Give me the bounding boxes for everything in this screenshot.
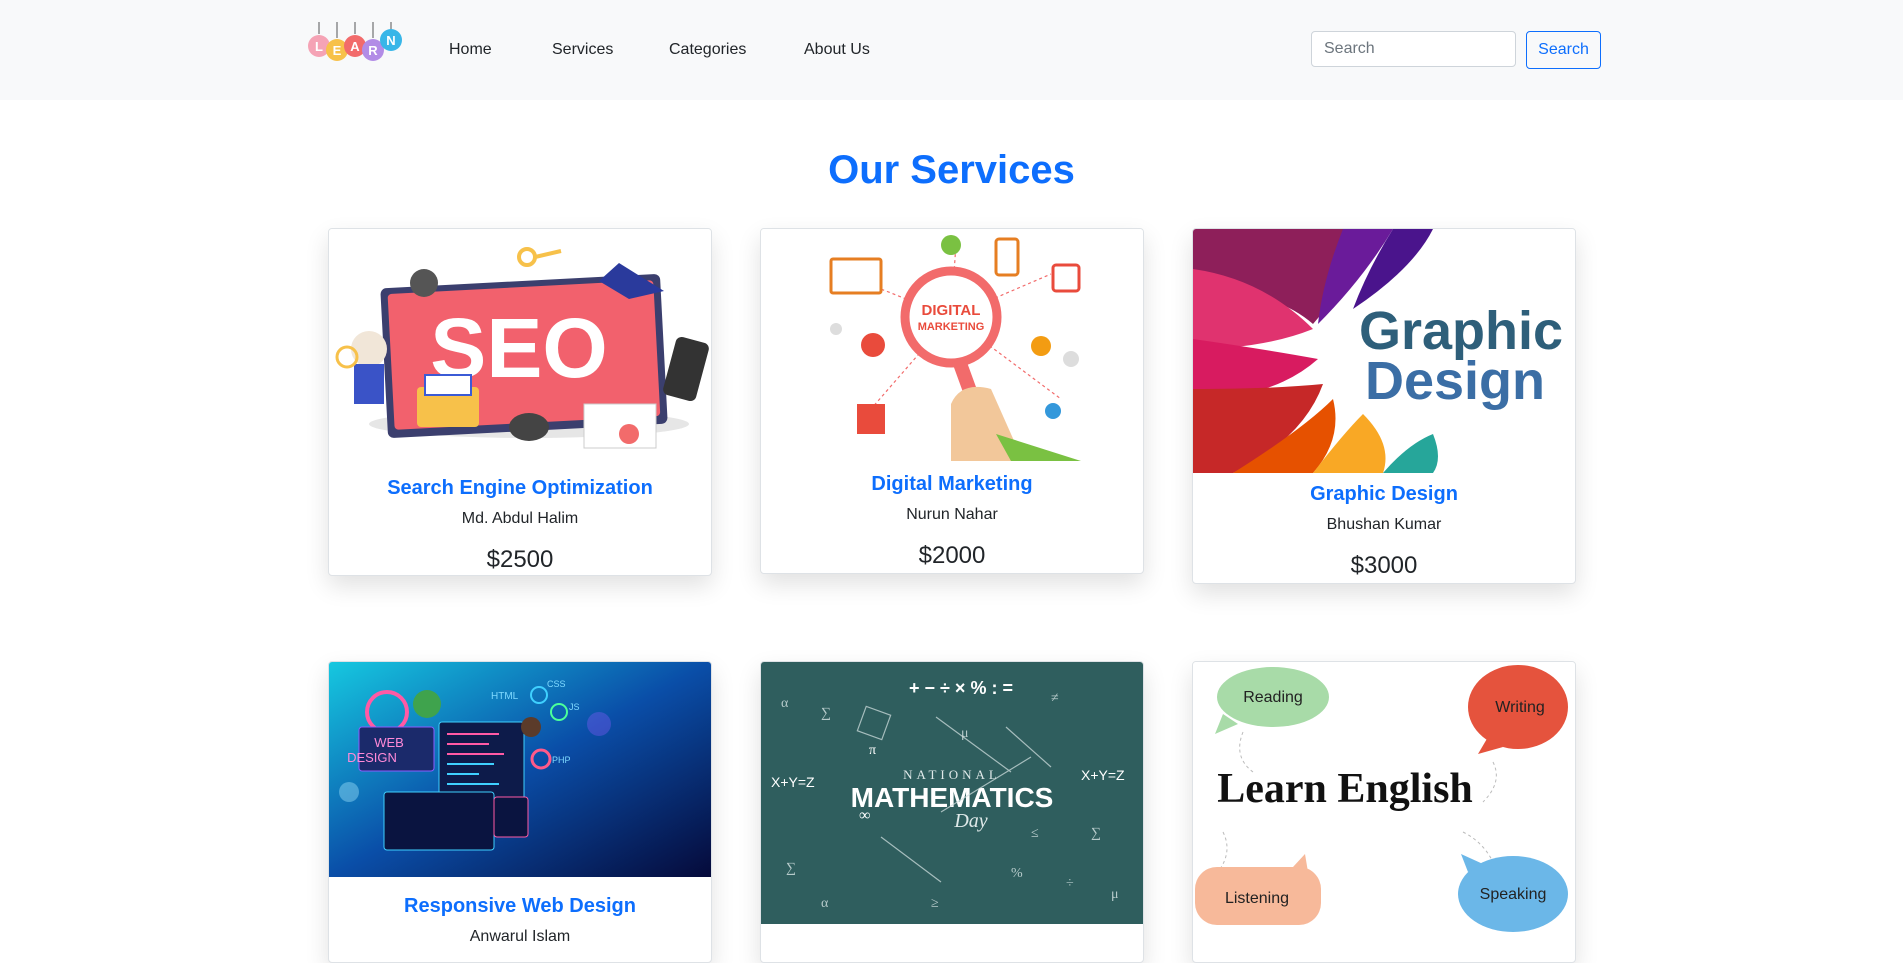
js-text: JS [569,702,580,712]
svg-text:μ: μ [1111,887,1119,902]
digital-marketing-image: DIGITAL MARKETING [761,229,1143,463]
svg-text:α: α [781,696,789,711]
search-button[interactable]: Search [1526,31,1601,69]
svg-text:R: R [368,43,378,58]
svg-text:μ: μ [961,726,969,741]
svg-text:E: E [333,43,342,58]
seo-image: SEO [329,229,711,467]
card-price: $2500 [486,546,554,573]
pi-text: π [869,743,876,758]
design-text: Design [1365,351,1545,411]
writing-text: Writing [1495,699,1545,716]
speaking-text: Speaking [1480,886,1547,903]
infinity-text: ∞ [859,807,870,824]
svg-text:%: % [1011,866,1023,881]
svg-text:÷: ÷ [1066,876,1074,891]
html-text: HTML [491,691,519,702]
svg-text:∑: ∑ [1091,826,1101,841]
nav-services[interactable]: Services [552,41,613,59]
nav-home[interactable]: Home [449,41,492,59]
learn-logo[interactable]: L E A R N [305,22,405,70]
svg-text:N: N [386,33,395,48]
mathematics-image: + − ÷ × % : = NATIONAL MATHEMATICS Day X… [761,662,1143,924]
mathematics-text: MATHEMATICS [851,782,1054,813]
learn-english-text: Learn English [1217,766,1473,812]
reading-text: Reading [1243,689,1303,706]
graphic-design-image: Graphic Design [1193,229,1575,473]
card-author: Bhushan Kumar [1326,516,1442,533]
service-card-learn-english[interactable]: Reading Writing Learn English Listening … [1192,661,1576,963]
web-design-image: WEB DESIGN HTML CSS JS PHP [329,662,711,877]
card-author: Anwarul Islam [469,928,571,945]
card-author: Md. Abdul Halim [461,510,579,527]
search-input[interactable] [1311,31,1516,67]
card-author: Nurun Nahar [906,506,998,523]
card-price: $2000 [918,542,986,569]
navbar: L E A R N Home Services Categories About… [0,0,1903,100]
svg-text:∑: ∑ [821,706,831,721]
learn-english-image: Reading Writing Learn English Listening … [1193,662,1575,952]
digital-text: DIGITAL [922,302,981,319]
day-text: Day [953,810,987,832]
svg-text:L: L [315,39,323,54]
php-text: PHP [552,755,571,765]
service-card-seo[interactable]: SEO Search Engine Optimization Md. Abdul… [328,228,712,576]
nav-categories[interactable]: Categories [669,41,746,59]
svg-text:∑: ∑ [786,861,796,876]
svg-text:α: α [821,896,829,911]
svg-text:A: A [350,39,360,54]
page-title: Our Services [828,148,1075,192]
card-title[interactable]: Search Engine Optimization [329,477,711,500]
service-card-mathematics[interactable]: + − ÷ × % : = NATIONAL MATHEMATICS Day X… [760,661,1144,963]
service-card-graphic-design[interactable]: Graphic Design Graphic Design Bhushan Ku… [1192,228,1576,584]
css-text: CSS [547,679,566,689]
equation-right-text: X+Y=Z [1081,767,1125,783]
nav-about-us[interactable]: About Us [804,41,870,59]
card-title[interactable]: Graphic Design [1193,483,1575,506]
service-card-responsive-web-design[interactable]: WEB DESIGN HTML CSS JS PHP Responsive We… [328,661,712,963]
marketing-text: MARKETING [918,321,985,333]
card-title[interactable]: Digital Marketing [761,473,1143,496]
svg-text:≤: ≤ [1031,826,1039,841]
web-text: WEB [374,735,404,750]
national-text: NATIONAL [903,767,1001,782]
card-price: $3000 [1350,552,1418,579]
design-word: DESIGN [347,750,397,765]
svg-text:≥: ≥ [931,896,939,911]
math-symbols-text: + − ÷ × % : = [909,678,1013,698]
service-card-digital-marketing[interactable]: DIGITAL MARKETING Digital Marketing Nuru… [760,228,1144,574]
card-title[interactable]: Responsive Web Design [329,895,711,918]
svg-text:≠: ≠ [1051,691,1059,706]
equation-left-text: X+Y=Z [771,774,815,790]
listening-text: Listening [1225,890,1289,907]
